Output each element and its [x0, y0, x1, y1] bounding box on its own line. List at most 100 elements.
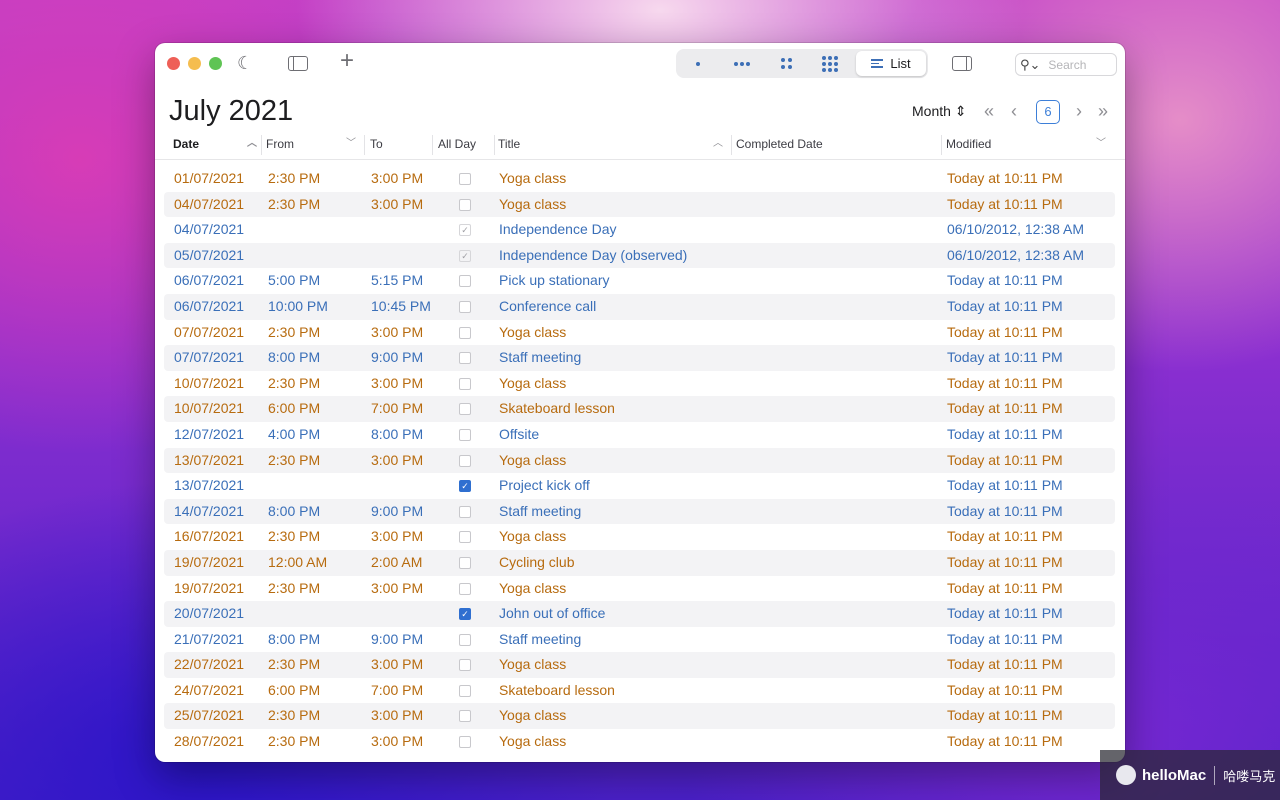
table-row[interactable]: 04/07/2021 ✓ Independence Day 06/10/2012, 1… — [164, 217, 1115, 243]
cell-title: Yoga class — [499, 707, 567, 724]
table-row[interactable]: 19/07/2021 12:00 AM 2:00 AM Cycling club Tod… — [164, 549, 1115, 576]
cell-modified: Today at 10:11 PM — [947, 272, 1063, 289]
table-row[interactable]: 10/07/2021 6:00 PM 7:00 PM Skateboard lesso… — [164, 396, 1115, 422]
cell-title: Independence Day (observed) — [499, 246, 688, 263]
table-row[interactable]: 25/07/2021 2:30 PM 3:00 PM Yoga class Today … — [164, 703, 1115, 730]
column-header-from[interactable]: From ﹀ — [266, 133, 361, 159]
all-day-checkbox[interactable]: ✓ — [459, 224, 471, 237]
view-day-button[interactable] — [676, 49, 720, 78]
cell-date: 04/07/2021 — [174, 195, 245, 212]
table-row[interactable]: 22/07/2021 2:30 PM 3:00 PM Yoga class Today … — [164, 652, 1115, 678]
table-row[interactable]: 24/07/2021 6:00 PM 7:00 PM Skateboard lesso… — [164, 678, 1115, 704]
table-row[interactable]: 21/07/2021 8:00 PM 9:00 PM Staff meeting Tod… — [164, 627, 1115, 653]
cell-modified: Today at 10:11 PM — [947, 323, 1063, 340]
all-day-checkbox[interactable] — [459, 275, 471, 288]
cell-modified: Today at 10:11 PM — [947, 170, 1063, 186]
cell-modified: Today at 10:11 PM — [947, 451, 1063, 468]
cell-title: Skateboard lesson — [499, 400, 615, 417]
all-day-checkbox[interactable] — [459, 556, 471, 569]
previous-month-button[interactable]: ‹ — [1011, 101, 1017, 122]
table-row[interactable]: 06/07/2021 5:00 PM 5:15 PM Pick up stationa… — [164, 268, 1115, 294]
all-day-checkbox[interactable] — [459, 736, 471, 749]
cell-date: 06/07/2021 — [174, 297, 245, 314]
table-row[interactable]: 07/07/2021 8:00 PM 9:00 PM Staff meeting Tod… — [164, 345, 1115, 371]
cell-title: Conference call — [499, 297, 597, 314]
all-day-checkbox[interactable] — [459, 300, 471, 313]
next-year-button[interactable]: » — [1098, 101, 1108, 122]
search-input[interactable] — [1046, 56, 1121, 73]
all-day-checkbox[interactable]: ✓ — [459, 249, 471, 262]
cell-date: 16/07/2021 — [174, 528, 245, 545]
cell-date: 05/07/2021 — [174, 246, 245, 263]
column-header-date[interactable]: Date ︿ — [173, 133, 257, 159]
column-header-to[interactable]: To — [370, 133, 430, 159]
scope-select[interactable]: Month ⇕ — [912, 103, 967, 120]
all-day-checkbox[interactable] — [459, 403, 471, 416]
cell-title: Staff meeting — [499, 349, 582, 366]
next-month-button[interactable]: › — [1076, 101, 1082, 122]
table-row[interactable]: 13/07/2021 ✓ Project kick off Today at 10:1… — [164, 473, 1115, 499]
table-row[interactable]: 06/07/2021 10:00 PM 10:45 PM Conference cal… — [164, 293, 1115, 320]
table-row[interactable]: 20/07/2021 ✓ John out of office Today at 10… — [164, 601, 1115, 627]
table-row[interactable]: 10/07/2021 2:30 PM 3:00 PM Yoga class Today … — [164, 371, 1115, 397]
all-day-checkbox[interactable]: ✓ — [459, 480, 471, 493]
cell-from: 2:30 PM — [268, 451, 321, 468]
inspector-toggle-icon[interactable] — [952, 56, 972, 71]
all-day-checkbox[interactable] — [459, 531, 471, 544]
view-year-button[interactable] — [808, 49, 852, 78]
all-day-checkbox[interactable] — [459, 582, 471, 595]
zoom-window-button[interactable] — [209, 57, 222, 70]
table-row[interactable]: 14/07/2021 8:00 PM 9:00 PM Staff meeting Tod… — [164, 498, 1115, 525]
table-row[interactable]: 04/07/2021 2:30 PM 3:00 PM Yoga class Today … — [164, 191, 1115, 218]
sidebar-toggle-icon[interactable] — [288, 56, 308, 71]
column-header-all-day[interactable]: All Day — [438, 133, 493, 159]
close-window-button[interactable] — [167, 57, 180, 70]
view-month-button[interactable] — [764, 49, 808, 78]
table-row[interactable]: 12/07/2021 4:00 PM 8:00 PM Offsite Today at … — [164, 422, 1115, 448]
cell-title: Skateboard lesson — [499, 681, 615, 698]
table-row[interactable]: 01/07/2021 2:30 PM 3:00 PM Yoga class Today … — [164, 166, 1115, 192]
month-view-icon — [780, 58, 792, 69]
all-day-checkbox[interactable] — [459, 659, 471, 672]
cell-title: Independence Day — [499, 221, 617, 238]
chevron-down-icon: ﹀ — [346, 138, 356, 149]
all-day-checkbox[interactable] — [459, 377, 471, 390]
cell-title: Yoga class — [499, 656, 567, 673]
column-header-completed-date[interactable]: Completed Date — [736, 133, 936, 159]
table-row[interactable]: 28/07/2021 2:30 PM 3:00 PM Yoga class Today … — [164, 729, 1115, 755]
today-button[interactable]: 6 — [1036, 100, 1060, 124]
column-header-modified[interactable]: Modified ﹀ — [946, 133, 1106, 159]
watermark: helloMac 哈喽马克 — [1100, 750, 1280, 800]
cell-title: Pick up stationary — [499, 272, 610, 289]
table-row[interactable]: 19/07/2021 2:30 PM 3:00 PM Yoga class Today … — [164, 576, 1115, 602]
search-field[interactable]: ⚲⌄ — [1015, 53, 1121, 76]
all-day-checkbox[interactable] — [459, 352, 471, 365]
previous-year-button[interactable]: « — [984, 101, 994, 122]
all-day-checkbox[interactable] — [459, 505, 471, 518]
all-day-checkbox[interactable] — [459, 454, 471, 467]
all-day-checkbox[interactable] — [459, 198, 471, 211]
add-event-button[interactable]: + — [340, 49, 354, 73]
title-month: July — [169, 95, 221, 127]
all-day-checkbox[interactable] — [459, 173, 471, 185]
all-day-checkbox[interactable]: ✓ — [459, 608, 471, 621]
cell-from: 10:00 PM — [268, 297, 328, 314]
cell-date: 10/07/2021 — [174, 374, 245, 391]
scope-select-label: Month — [912, 103, 951, 119]
all-day-checkbox[interactable] — [459, 428, 471, 441]
all-day-checkbox[interactable] — [459, 633, 471, 646]
moon-icon[interactable]: ☾ — [237, 53, 253, 73]
all-day-checkbox[interactable] — [459, 684, 471, 697]
all-day-checkbox[interactable] — [459, 326, 471, 339]
view-week-button[interactable] — [720, 49, 764, 78]
minimize-window-button[interactable] — [188, 57, 201, 70]
table-row[interactable]: 07/07/2021 2:30 PM 3:00 PM Yoga class Today … — [164, 320, 1115, 346]
cell-from: 2:30 PM — [268, 579, 321, 596]
table-row[interactable]: 13/07/2021 2:30 PM 3:00 PM Yoga class Today … — [164, 447, 1115, 474]
table-row[interactable]: 16/07/2021 2:30 PM 3:00 PM Yoga class Today … — [164, 524, 1115, 550]
watermark-brand: helloMac — [1142, 766, 1207, 784]
view-list-button[interactable]: List — [856, 51, 926, 76]
table-row[interactable]: 05/07/2021 ✓ Independence Day (observed) 06… — [164, 242, 1115, 269]
all-day-checkbox[interactable] — [459, 710, 471, 723]
column-header-title[interactable]: Title ︿ — [498, 133, 728, 159]
